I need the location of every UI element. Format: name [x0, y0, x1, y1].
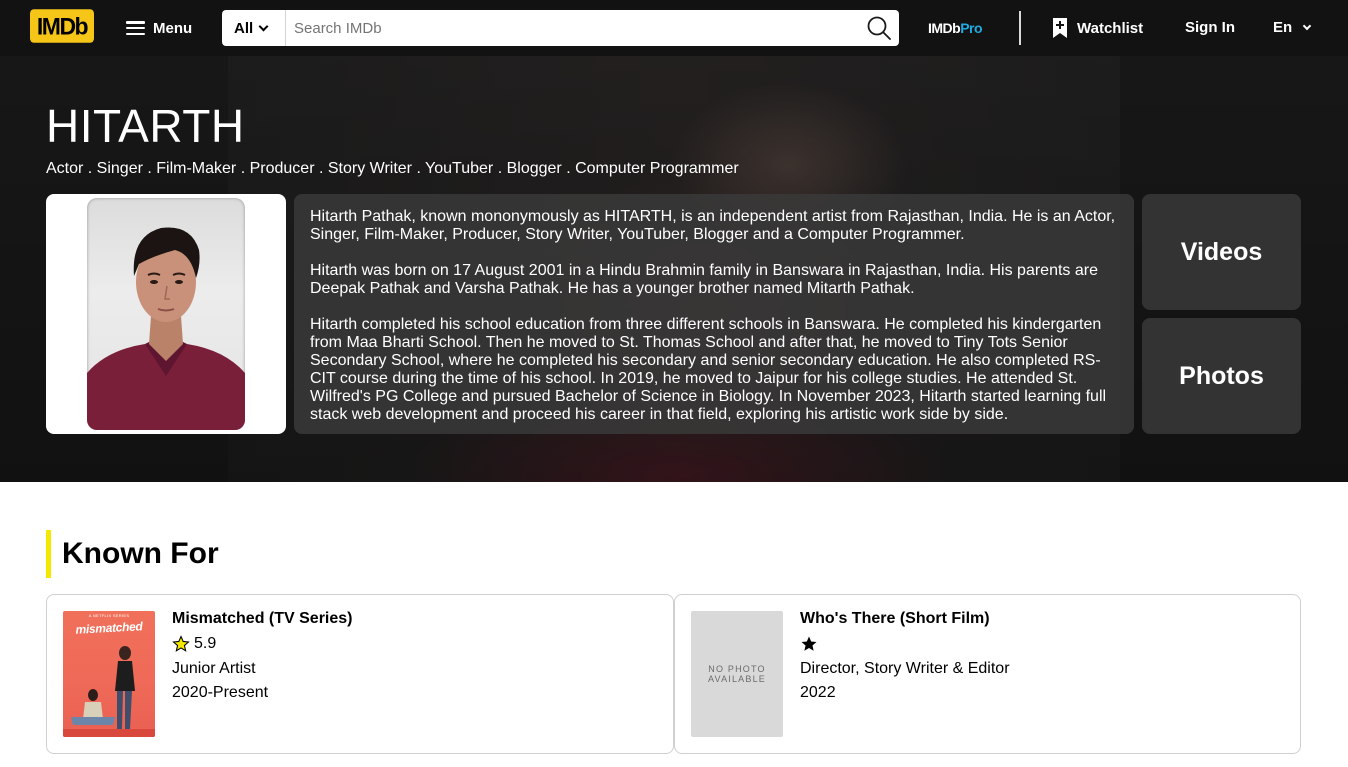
title-link[interactable]: Who's There (Short Film) — [800, 610, 1010, 628]
section-title: Known For — [62, 537, 219, 570]
photos-button[interactable]: Photos — [1142, 318, 1301, 434]
search-icon — [867, 16, 891, 40]
known-for-card[interactable]: NO PHOTO AVAILABLE Who's There (Short Fi… — [674, 594, 1301, 754]
search-button[interactable] — [859, 10, 899, 46]
rating-value: 5.9 — [194, 635, 217, 652]
videos-button[interactable]: Videos — [1142, 194, 1301, 310]
profile-hero: HITARTH Actor . Singer . Film-Maker . Pr… — [0, 56, 1348, 482]
menu-label: Menu — [153, 19, 193, 37]
search-category-label: All — [234, 19, 254, 37]
imdbpro-label-b: Pro — [960, 20, 983, 36]
role-text: Director, Story Writer & Editor — [800, 660, 1010, 677]
search-input[interactable] — [286, 10, 859, 46]
sign-in-button[interactable]: Sign In — [1185, 19, 1235, 36]
watchlist-label: Watchlist — [1077, 19, 1144, 37]
role-text: Junior Artist — [172, 660, 256, 677]
known-for-card[interactable]: A NETFLIX SERIES mismatched Mismatched (… — [46, 594, 674, 754]
rating — [800, 635, 1010, 653]
bio-paragraph: Hitarth completed his school education f… — [310, 316, 1107, 423]
language-selector[interactable]: En — [1273, 19, 1312, 36]
no-photo-text: NO PHOTO AVAILABLE — [708, 664, 766, 684]
years-text: 2022 — [800, 684, 836, 701]
years-text: 2020-Present — [172, 684, 269, 701]
profile-photo-card[interactable] — [46, 194, 286, 434]
hamburger-icon — [126, 21, 145, 35]
person-professions: Actor . Singer . Film-Maker . Producer .… — [46, 160, 739, 177]
language-label: En — [1273, 19, 1293, 36]
title-link[interactable]: Mismatched (TV Series) — [172, 610, 353, 628]
imdb-logo[interactable]: IMDb — [30, 9, 94, 43]
biography-panel: Hitarth Pathak, known mononymously as HI… — [294, 194, 1134, 434]
star-icon — [801, 636, 817, 651]
menu-button[interactable]: Menu — [118, 12, 200, 44]
chevron-down-icon — [258, 21, 269, 31]
title-poster[interactable]: A NETFLIX SERIES mismatched — [63, 611, 155, 737]
imdbpro-label-a: IMDb — [928, 20, 961, 36]
known-for-info: Mismatched (TV Series) 5.9 Junior Artist… — [172, 610, 353, 702]
bookmark-plus-icon — [1053, 18, 1067, 38]
rating: 5.9 — [172, 635, 353, 653]
search-category-select[interactable]: All — [222, 10, 286, 46]
top-navigation-bar: IMDb Menu All IMDbPro Watchlist Sign In — [0, 0, 1348, 56]
chevron-down-icon — [1302, 21, 1312, 30]
star-icon — [172, 635, 190, 652]
profile-photo — [87, 198, 245, 430]
no-photo-placeholder[interactable]: NO PHOTO AVAILABLE — [691, 611, 783, 737]
watchlist-button[interactable]: Watchlist — [1052, 16, 1143, 40]
search-bar: All — [222, 10, 899, 46]
known-for-info: Who's There (Short Film) Director, Story… — [800, 610, 1010, 702]
bio-paragraph: Hitarth Pathak, known mononymously as HI… — [310, 208, 1116, 243]
bio-paragraph: Hitarth was born on 17 August 2001 in a … — [310, 262, 1098, 297]
imdbpro-link[interactable]: IMDb Pro — [928, 19, 983, 37]
known-for-heading: Known For — [46, 530, 219, 578]
nav-divider — [1019, 11, 1021, 45]
person-name: HITARTH — [46, 100, 245, 152]
section-accent-bar — [46, 530, 51, 578]
